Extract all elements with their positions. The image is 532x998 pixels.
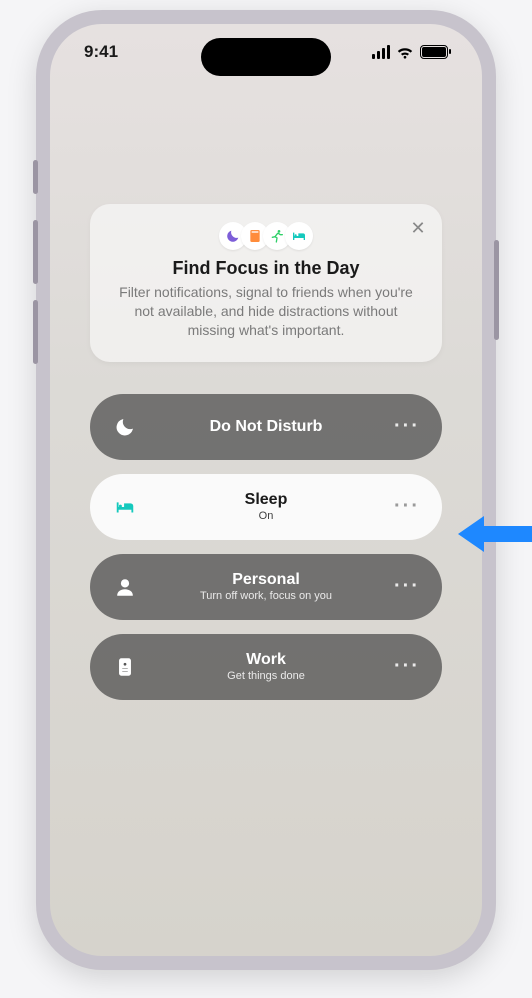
dynamic-island [201,38,331,76]
person-icon [112,574,138,600]
focus-item-work[interactable]: Work Get things done ··· [90,634,442,700]
ellipsis-icon[interactable]: ··· [394,495,420,518]
annotation-arrow-icon [454,510,532,558]
focus-item-label: Sleep [90,491,442,509]
ellipsis-icon[interactable]: ··· [394,655,420,678]
mute-switch [33,160,38,194]
focus-intro-card: ✕ Find Focus in the Day Fi [90,204,442,362]
volume-down-button [33,300,38,364]
status-time: 9:41 [84,42,118,62]
focus-item-label: Do Not Disturb [90,418,442,436]
battery-icon [420,45,448,59]
cellular-icon [372,45,390,59]
focus-panel: ✕ Find Focus in the Day Fi [90,204,442,700]
intro-card-icons [112,222,420,250]
status-indicators [372,45,448,59]
bed-icon [285,222,313,250]
badge-icon [112,654,138,680]
intro-card-title: Find Focus in the Day [112,258,420,279]
focus-item-do-not-disturb[interactable]: Do Not Disturb ··· [90,394,442,460]
volume-up-button [33,220,38,284]
ellipsis-icon[interactable]: ··· [394,575,420,598]
screen: 9:41 ✕ [50,24,482,956]
intro-card-description: Filter notifications, signal to friends … [112,283,420,340]
bed-icon [112,494,138,520]
focus-item-sublabel: Turn off work, focus on you [90,590,442,602]
focus-item-label: Work [90,651,442,669]
focus-item-sublabel: Get things done [90,670,442,682]
focus-item-sublabel: On [90,510,442,522]
moon-icon [112,414,138,440]
ellipsis-icon[interactable]: ··· [394,415,420,438]
focus-item-label: Personal [90,571,442,589]
focus-mode-list: Do Not Disturb ··· Sleep On ··· [90,394,442,700]
focus-item-personal[interactable]: Personal Turn off work, focus on you ··· [90,554,442,620]
focus-item-sleep[interactable]: Sleep On ··· [90,474,442,540]
wifi-icon [396,45,414,59]
iphone-frame: 9:41 ✕ [36,10,496,970]
side-button [494,240,499,340]
close-icon[interactable]: ✕ [408,218,428,238]
